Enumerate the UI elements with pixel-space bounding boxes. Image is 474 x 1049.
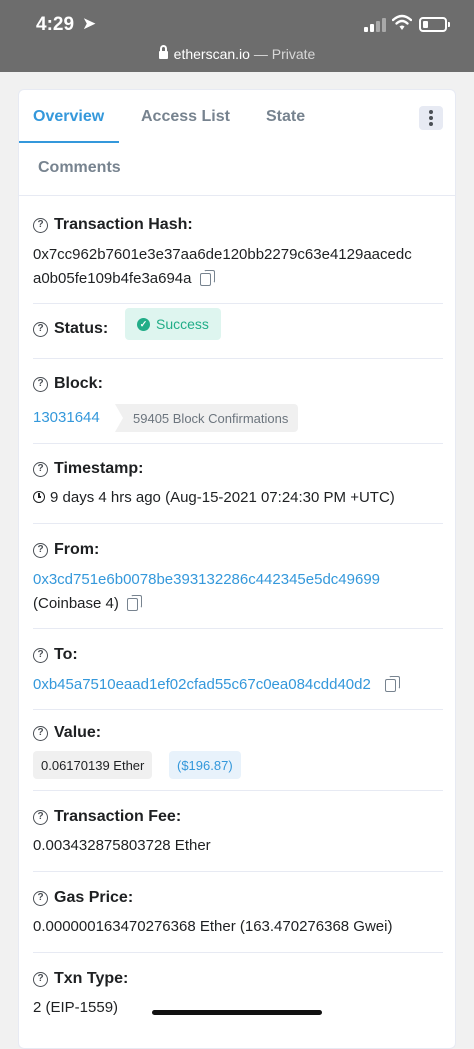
private-label: Private xyxy=(271,46,316,62)
divider xyxy=(33,443,443,444)
help-icon[interactable]: ? xyxy=(33,376,48,392)
to-label: To: xyxy=(54,646,78,663)
txn-type-label: Txn Type: xyxy=(54,970,129,987)
help-icon[interactable]: ? xyxy=(33,725,48,741)
url-domain: etherscan.io xyxy=(173,46,250,62)
block-label: Block: xyxy=(54,375,103,392)
status-value: Success xyxy=(156,316,209,332)
from-label: From: xyxy=(54,541,100,558)
status-label: Status: xyxy=(54,320,109,337)
divider xyxy=(33,358,443,359)
help-icon[interactable]: ? xyxy=(33,971,48,987)
gas-price-value: 0.000000163470276368 Ether (163.47027636… xyxy=(33,918,393,935)
divider xyxy=(33,628,443,629)
from-name: (Coinbase 4) xyxy=(33,595,119,612)
txn-type-value: 2 (EIP-1559) xyxy=(33,999,119,1016)
more-options-button[interactable] xyxy=(419,106,443,130)
transaction-card: Overview Access List State Comments ? Tra… xyxy=(18,89,456,1049)
clock-time: 4:29 xyxy=(36,14,75,35)
battery-icon xyxy=(419,17,450,32)
timestamp-label: Timestamp: xyxy=(54,460,144,477)
help-icon[interactable]: ? xyxy=(33,217,48,233)
divider xyxy=(33,790,443,791)
copy-icon[interactable] xyxy=(199,270,215,286)
help-icon[interactable]: ? xyxy=(33,890,48,906)
clock-icon xyxy=(33,491,45,503)
tab-access-list[interactable]: Access List xyxy=(141,108,230,126)
tx-hash-line1: 0x7cc962b7601e3e37aa6de120bb2279c63e4129… xyxy=(33,246,412,263)
location-arrow-icon: ➤ xyxy=(82,14,97,33)
divider xyxy=(33,303,443,304)
help-icon[interactable]: ? xyxy=(33,321,48,337)
help-icon[interactable]: ? xyxy=(33,809,48,825)
url-separator: — xyxy=(249,46,272,62)
help-icon[interactable]: ? xyxy=(33,542,48,558)
cellular-signal-icon xyxy=(364,18,386,32)
gas-price-label: Gas Price: xyxy=(54,889,134,906)
confirmations-badge: 59405 Block Confirmations xyxy=(115,404,299,432)
divider xyxy=(33,952,443,953)
tx-hash-line2: a0b05fe109b4fe3a694a xyxy=(33,270,192,287)
divider xyxy=(33,871,443,872)
wifi-icon xyxy=(392,14,412,30)
check-circle-icon: ✓ xyxy=(137,317,150,331)
fee-label: Transaction Fee: xyxy=(54,808,182,825)
fee-value: 0.003432875803728 Ether xyxy=(33,837,211,854)
help-icon[interactable]: ? xyxy=(33,647,48,663)
tab-comments[interactable]: Comments xyxy=(38,159,121,177)
ether-value-badge: 0.06170139 Ether xyxy=(33,751,153,779)
copy-icon[interactable] xyxy=(384,676,400,692)
copy-icon[interactable] xyxy=(126,595,142,611)
timestamp-value: 9 days 4 hrs ago (Aug-15-2021 07:24:30 P… xyxy=(50,489,395,506)
from-address-link[interactable]: 0x3cd751e6b0078be393132286c442345e5dc496… xyxy=(33,571,380,588)
to-address-link[interactable]: 0xb45a7510eaad1ef02cfad55c67c0ea084cdd40… xyxy=(33,676,371,693)
address-bar[interactable]: etherscan.io — Private xyxy=(0,45,474,62)
block-number-link[interactable]: 13031644 xyxy=(33,409,100,426)
divider xyxy=(33,523,443,524)
tx-hash-label: Transaction Hash: xyxy=(54,216,193,233)
usd-value-badge: ($196.87) xyxy=(169,751,241,779)
lock-icon xyxy=(158,45,168,59)
value-label: Value: xyxy=(54,724,102,741)
status-badge: ✓ Success xyxy=(125,308,221,340)
status-bar: 4:29 ➤ etherscan.io — Private xyxy=(0,0,474,72)
tab-bar: Overview Access List State Comments xyxy=(19,90,455,196)
tab-state[interactable]: State xyxy=(266,108,305,126)
active-tab-indicator xyxy=(19,141,119,143)
divider xyxy=(33,709,443,710)
help-icon[interactable]: ? xyxy=(33,461,48,477)
home-indicator[interactable] xyxy=(152,1010,322,1015)
tab-overview[interactable]: Overview xyxy=(33,108,104,126)
